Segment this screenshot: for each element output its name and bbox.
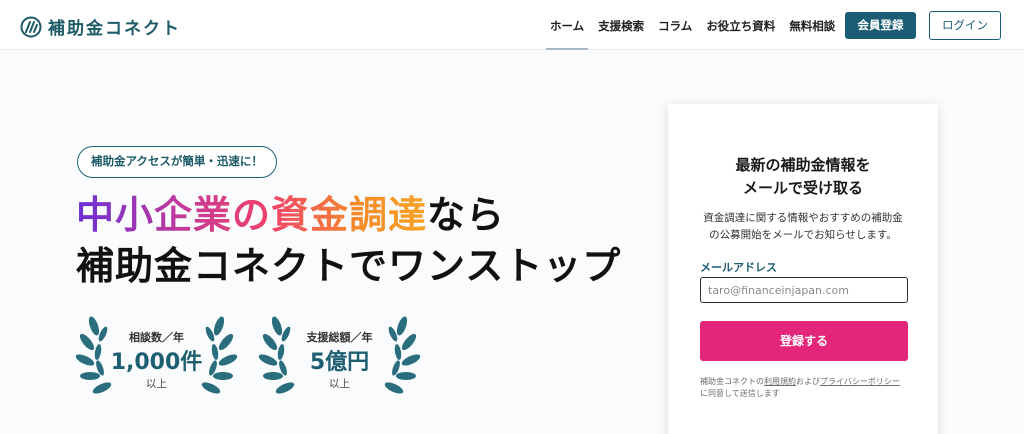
- card-title: 最新の補助金情報を メールで受け取る: [668, 154, 938, 200]
- consent-text: 補助金コネクトの利用規約およびプライバシーポリシーに同意して送信します: [700, 376, 915, 400]
- card-desc-line2: の公募開始をメールでお知らせします。: [709, 229, 897, 241]
- award-consultations: 相談数／年 1,000件 以上: [74, 310, 239, 405]
- hero-headline-gradient: 中小企業の資金調達: [76, 193, 428, 237]
- card-title-line2: メールで受け取る: [742, 179, 863, 197]
- consent-prefix: 補助金コネクトの: [700, 377, 764, 386]
- main-nav: ホーム 支援検索 コラム お役立ち資料 無料相談: [545, 0, 849, 50]
- hero-headline-line2: 補助金コネクトでワンストップ: [76, 244, 622, 288]
- award-unit: 以上: [146, 378, 167, 390]
- login-button[interactable]: ログイン: [929, 11, 1001, 40]
- hero-badge: 補助金アクセスが簡単・迅速に！: [77, 146, 277, 178]
- card-description: 資金調達に関する情報やおすすめの補助金 の公募開始をメールでお知らせします。: [688, 210, 918, 244]
- card-desc-line1: 資金調達に関する情報やおすすめの補助金: [703, 212, 903, 224]
- register-button[interactable]: 会員登録: [845, 12, 916, 39]
- award-label: 相談数／年: [129, 331, 184, 344]
- award-value: 1,000件: [110, 350, 203, 375]
- award-unit: 以上: [329, 378, 350, 390]
- award-value: 5億円: [309, 350, 370, 375]
- consent-suffix: に同意して送信します: [700, 389, 780, 398]
- award-label: 支援総額／年: [306, 331, 373, 344]
- logo-text: 補助金コネクト: [48, 19, 181, 39]
- email-field[interactable]: [700, 277, 908, 303]
- newsletter-card: 最新の補助金情報を メールで受け取る 資金調達に関する情報やおすすめの補助金 の…: [668, 104, 938, 434]
- nav-support-search[interactable]: 支援検索: [598, 0, 644, 50]
- logo[interactable]: 補助金コネクト: [20, 14, 181, 39]
- nav-resources[interactable]: お役立ち資料: [706, 0, 775, 50]
- logo-icon: [20, 16, 42, 37]
- email-label: メールアドレス: [700, 261, 777, 274]
- card-title-line1: 最新の補助金情報を: [735, 156, 871, 174]
- award-support-total: 支援総額／年 5億円 以上: [257, 310, 422, 405]
- terms-link[interactable]: 利用規約: [764, 377, 796, 386]
- hero-headline-line1: 中小企業の資金調達なら: [76, 192, 505, 238]
- site-header: 補助金コネクト ホーム 支援検索 コラム お役立ち資料 無料相談 会員登録 ログ…: [0, 0, 1024, 50]
- nav-free-consultation[interactable]: 無料相談: [789, 0, 835, 50]
- consent-and: および: [796, 377, 820, 386]
- privacy-policy-link[interactable]: プライバシーポリシー: [820, 377, 900, 386]
- hero-headline-suffix: なら: [427, 193, 506, 237]
- subscribe-button[interactable]: 登録する: [700, 321, 908, 361]
- nav-column[interactable]: コラム: [658, 0, 692, 50]
- nav-home[interactable]: ホーム: [545, 0, 589, 50]
